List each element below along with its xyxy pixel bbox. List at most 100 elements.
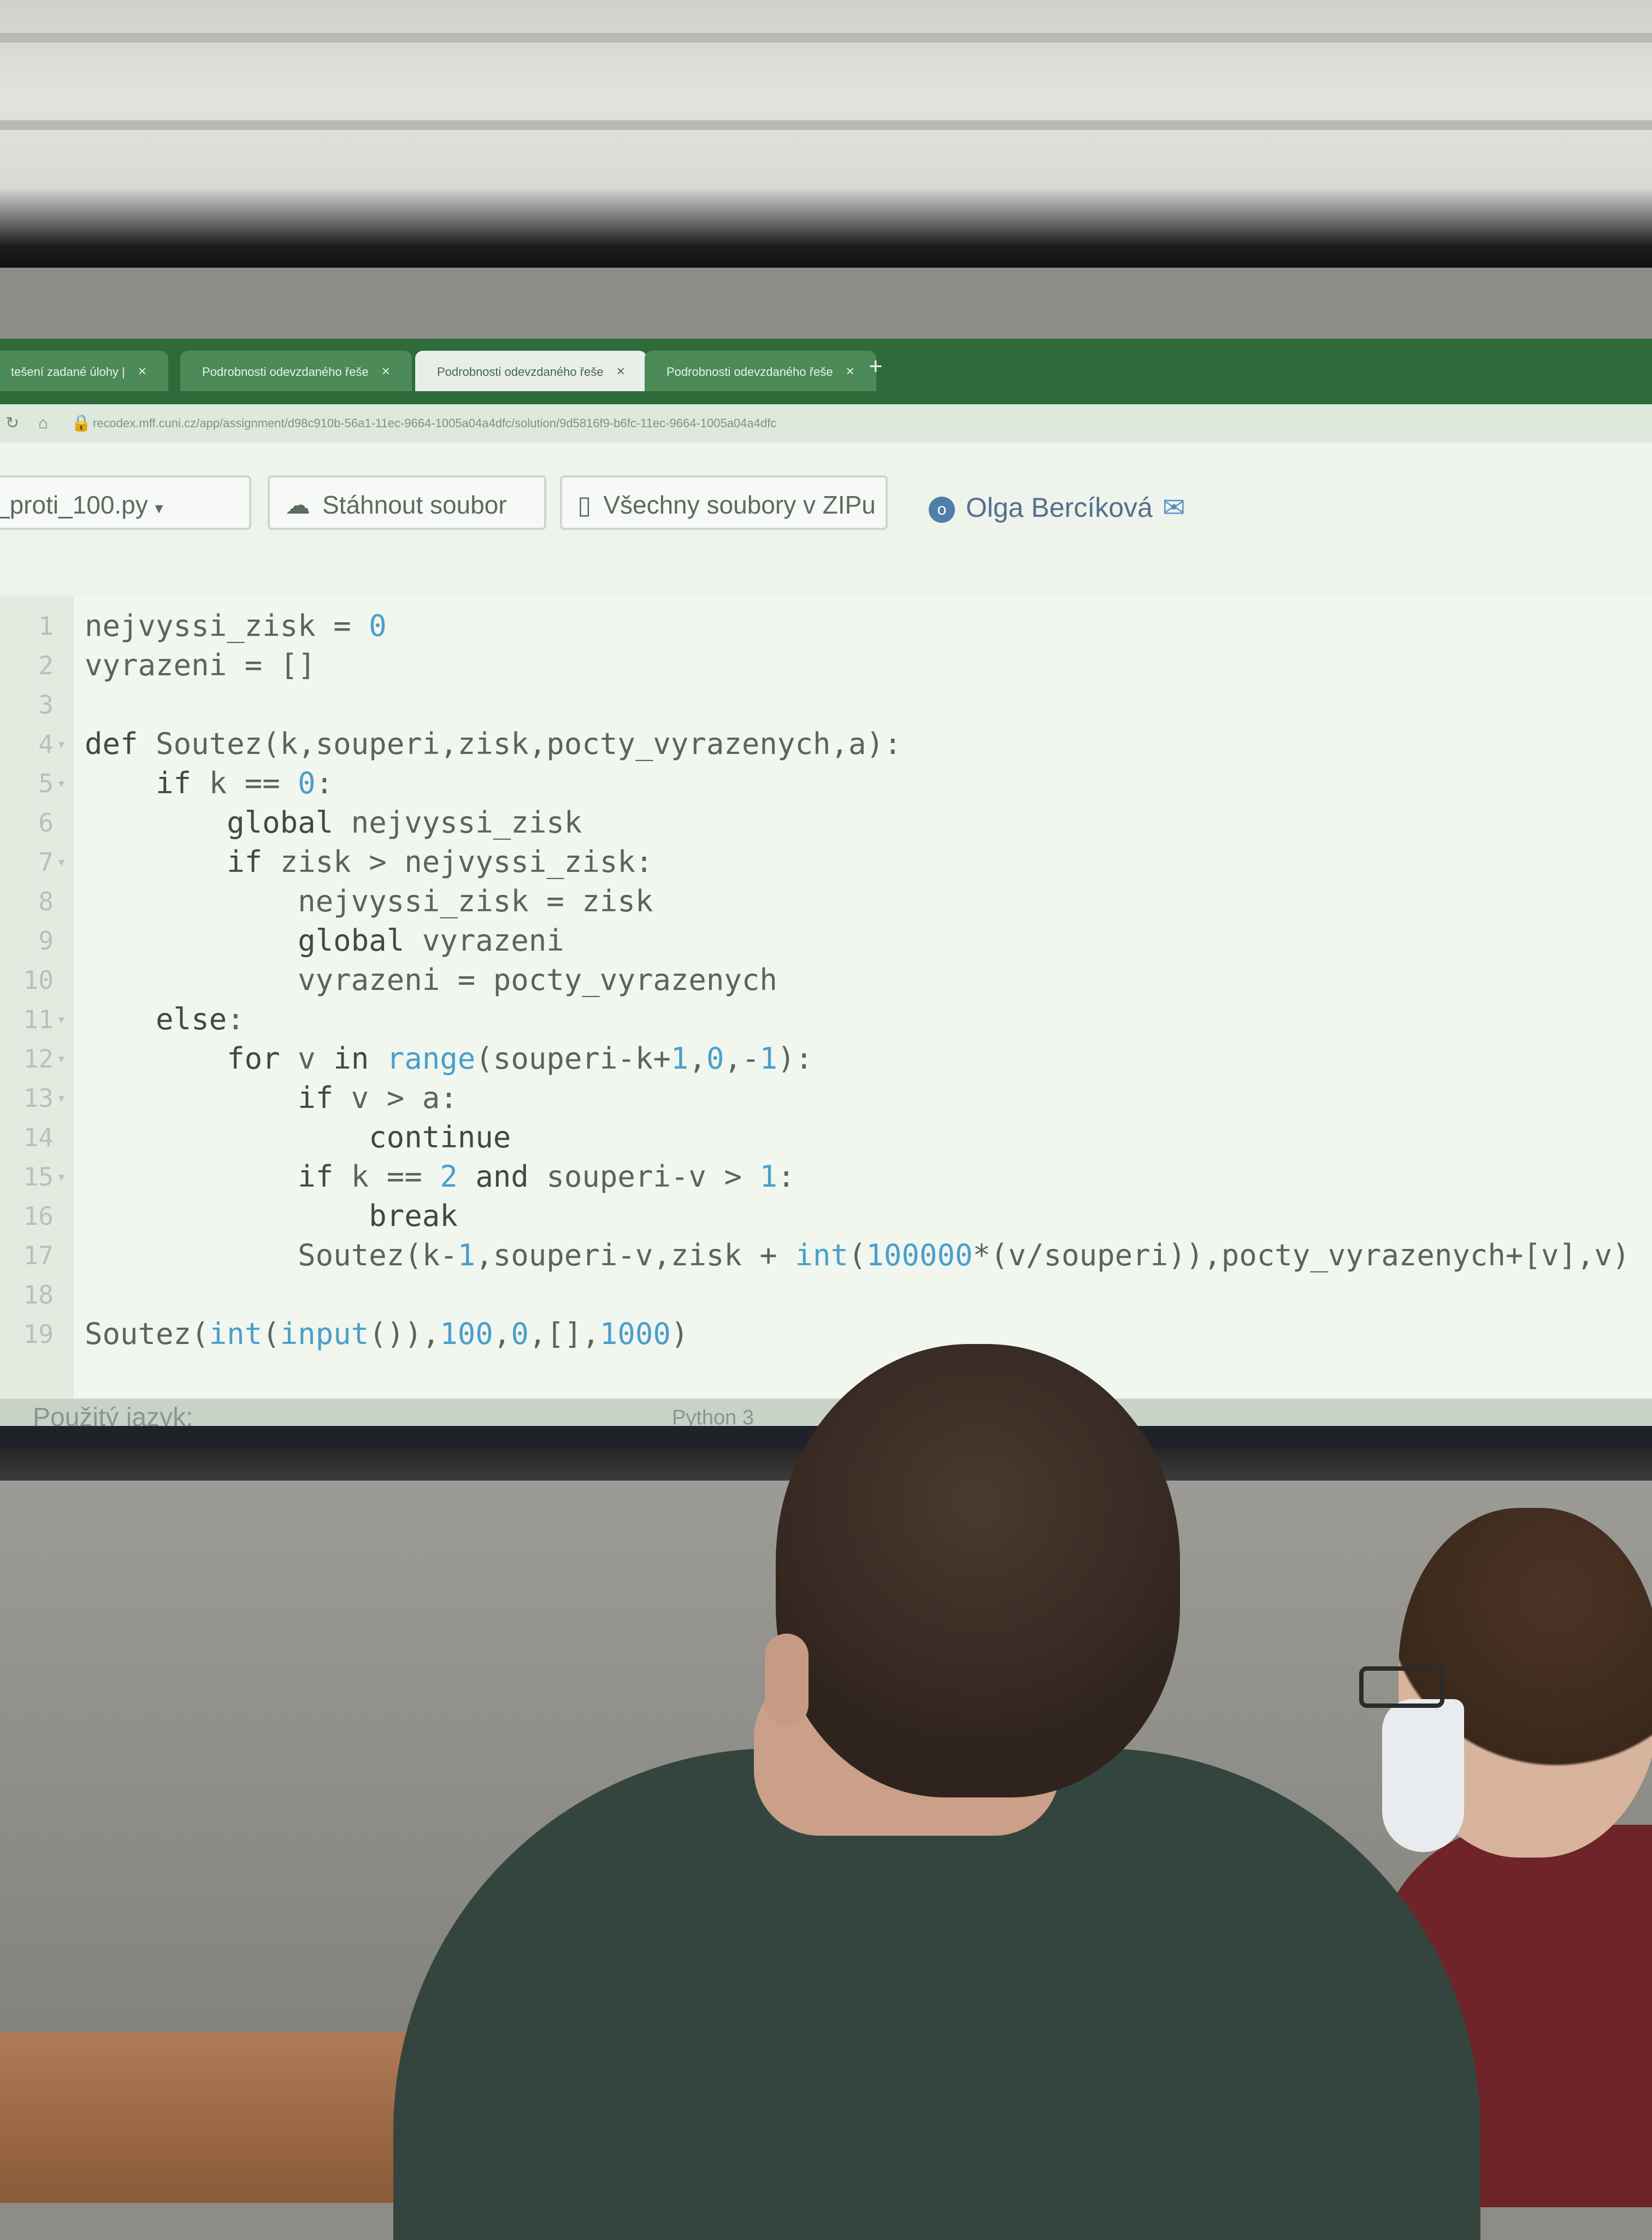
code-text: if zisk > nejvyssi_zisk:	[227, 845, 653, 879]
projected-screen: tešení zadané úlohy | × Podrobnosti odevz…	[0, 339, 1652, 1437]
browser-tab[interactable]: tešení zadané úlohy | ×	[0, 351, 168, 391]
ceiling-panel-line	[0, 120, 1652, 130]
code-editor[interactable]: 1 nejvyssi_zisk = 0 2 vyrazeni = [] 3 4 ▾ def S…	[0, 596, 1652, 1399]
line-number: 5	[38, 769, 54, 798]
browser-tab[interactable]: Podrobnosti odevzdaného řeše ×	[180, 351, 412, 391]
fold-toggle-icon[interactable]: ▾	[57, 764, 66, 803]
tab-title: tešení zadané úlohy |	[11, 365, 125, 379]
code-text: else:	[156, 1002, 245, 1036]
line-number: 19	[23, 1319, 54, 1349]
fold-toggle-icon[interactable]: ▾	[57, 1157, 66, 1196]
line-number: 2	[38, 651, 54, 680]
author-info[interactable]: o Olga Bercíková ✉	[929, 492, 1185, 523]
code-line[interactable]: 10 vyrazeni = pocty_vyrazenych	[0, 960, 1652, 1000]
solution-toolbar: _proti_100.py ▾ ☁ Stáhnout soubor ▯ Všechn…	[0, 470, 1652, 541]
code-text: break	[369, 1199, 458, 1233]
lock-icon: 🔒	[71, 414, 92, 432]
code-text: for v in range(souperi-k+1,0,-1):	[227, 1041, 813, 1076]
code-line[interactable]: 11 ▾ else:	[0, 1000, 1652, 1039]
ceiling	[0, 0, 1652, 268]
student-ear	[765, 1634, 809, 1726]
code-line[interactable]: 18	[0, 1275, 1652, 1314]
close-icon[interactable]: ×	[138, 363, 146, 379]
code-text: if v > a:	[298, 1081, 458, 1115]
line-number: 10	[23, 965, 54, 995]
code-line[interactable]: 2 vyrazeni = []	[0, 646, 1652, 685]
code-text: continue	[369, 1120, 511, 1154]
browser-tab-bar: tešení zadané úlohy | × Podrobnosti odevz…	[0, 339, 1652, 404]
browser-tab[interactable]: Podrobnosti odevzdaného řeše ×	[645, 351, 876, 391]
mail-icon[interactable]: ✉	[1163, 492, 1185, 523]
fold-toggle-icon[interactable]: ▾	[57, 842, 66, 882]
file-zip-icon: ▯	[577, 491, 592, 519]
glasses	[1359, 1666, 1444, 1708]
code-line[interactable]: 14 continue	[0, 1118, 1652, 1157]
line-number: 6	[38, 808, 54, 838]
student-right-face-mask	[1382, 1699, 1464, 1852]
code-line[interactable]: 16 break	[0, 1196, 1652, 1236]
code-line[interactable]: 15 ▾ if k == 2 and souperi-v > 1:	[0, 1157, 1652, 1196]
line-number: 16	[23, 1201, 54, 1231]
close-icon[interactable]: ×	[617, 363, 625, 379]
reload-icon[interactable]: ↻	[5, 404, 19, 443]
code-line[interactable]: 12 ▾ for v in range(souperi-k+1,0,-1):	[0, 1039, 1652, 1078]
ceiling-panel-line	[0, 33, 1652, 43]
line-number: 17	[23, 1241, 54, 1270]
home-icon[interactable]: ⌂	[38, 404, 48, 443]
chair-back	[0, 2032, 448, 2203]
code-line[interactable]: 17 Soutez(k-1,souperi-v,zisk + int(10000…	[0, 1236, 1652, 1275]
fold-toggle-icon[interactable]: ▾	[57, 724, 66, 764]
new-tab-icon[interactable]: +	[869, 353, 883, 380]
zip-button-label: Všechny soubory v ZIPu	[603, 491, 876, 519]
cloud-download-icon: ☁	[285, 491, 310, 519]
url-text: recodex.mff.cuni.cz/app/assignment/d98c9…	[93, 416, 777, 430]
code-line[interactable]: 3	[0, 685, 1652, 724]
code-text: nejvyssi_zisk = 0	[85, 609, 387, 643]
line-number: 15	[23, 1162, 54, 1192]
author-name[interactable]: Olga Bercíková	[966, 492, 1153, 523]
code-text: global nejvyssi_zisk	[227, 805, 582, 840]
download-file-button[interactable]: ☁ Stáhnout soubor	[268, 475, 546, 530]
tab-title: Podrobnosti odevzdaného řeše	[437, 365, 604, 379]
code-text: nejvyssi_zisk = zisk	[85, 884, 653, 918]
code-text: if k == 0:	[156, 766, 334, 800]
browser-tab-active[interactable]: Podrobnosti odevzdaného řeše ×	[415, 351, 647, 391]
code-line[interactable]: 13 ▾ if v > a:	[0, 1078, 1652, 1118]
user-avatar-icon: o	[929, 496, 955, 523]
file-select-label: _proti_100.py	[0, 491, 148, 519]
code-text: vyrazeni = pocty_vyrazenych	[85, 963, 777, 997]
code-line[interactable]: 19 Soutez(int(input()),100,0,[],1000)	[0, 1314, 1652, 1354]
code-line[interactable]: 7 ▾ if zisk > nejvyssi_zisk:	[0, 842, 1652, 882]
line-number: 4	[38, 729, 54, 759]
fold-toggle-icon[interactable]: ▾	[57, 1039, 66, 1078]
file-select-dropdown[interactable]: _proti_100.py ▾	[0, 475, 251, 530]
tab-title: Podrobnosti odevzdaného řeše	[666, 365, 833, 379]
code-text: if k == 2 and souperi-v > 1:	[298, 1159, 795, 1194]
line-number: 9	[38, 926, 54, 956]
code-line[interactable]: 6 global nejvyssi_zisk	[0, 803, 1652, 842]
student-head	[776, 1344, 1180, 1797]
chevron-down-icon: ▾	[155, 499, 163, 517]
address-bar[interactable]: ↻ ⌂ 🔒 recodex.mff.cuni.cz/app/assignment…	[0, 404, 1652, 443]
download-button-label: Stáhnout soubor	[322, 491, 507, 519]
code-line[interactable]: 8 nejvyssi_zisk = zisk	[0, 882, 1652, 921]
code-text: Soutez(k-1,souperi-v,zisk + int(100000*(…	[85, 1238, 1630, 1272]
download-zip-button[interactable]: ▯ Všechny soubory v ZIPu	[560, 475, 888, 530]
line-number: 18	[23, 1280, 54, 1310]
code-line[interactable]: 1 nejvyssi_zisk = 0	[0, 606, 1652, 646]
line-number: 14	[23, 1123, 54, 1152]
line-number: 8	[38, 887, 54, 916]
close-icon[interactable]: ×	[382, 363, 390, 379]
line-number: 13	[23, 1083, 54, 1113]
line-number: 3	[38, 690, 54, 720]
fold-toggle-icon[interactable]: ▾	[57, 1000, 66, 1039]
code-text: vyrazeni = []	[85, 648, 316, 682]
code-line[interactable]: 5 ▾ if k == 0:	[0, 764, 1652, 803]
fold-toggle-icon[interactable]: ▾	[57, 1078, 66, 1118]
close-icon[interactable]: ×	[846, 363, 854, 379]
code-text: def Soutez(k,souperi,zisk,pocty_vyrazeny…	[85, 727, 902, 761]
tab-title: Podrobnosti odevzdaného řeše	[202, 365, 369, 379]
line-number: 11	[23, 1005, 54, 1034]
code-line[interactable]: 4 ▾ def Soutez(k,souperi,zisk,pocty_vyraze…	[0, 724, 1652, 764]
code-line[interactable]: 9 global vyrazeni	[0, 921, 1652, 960]
